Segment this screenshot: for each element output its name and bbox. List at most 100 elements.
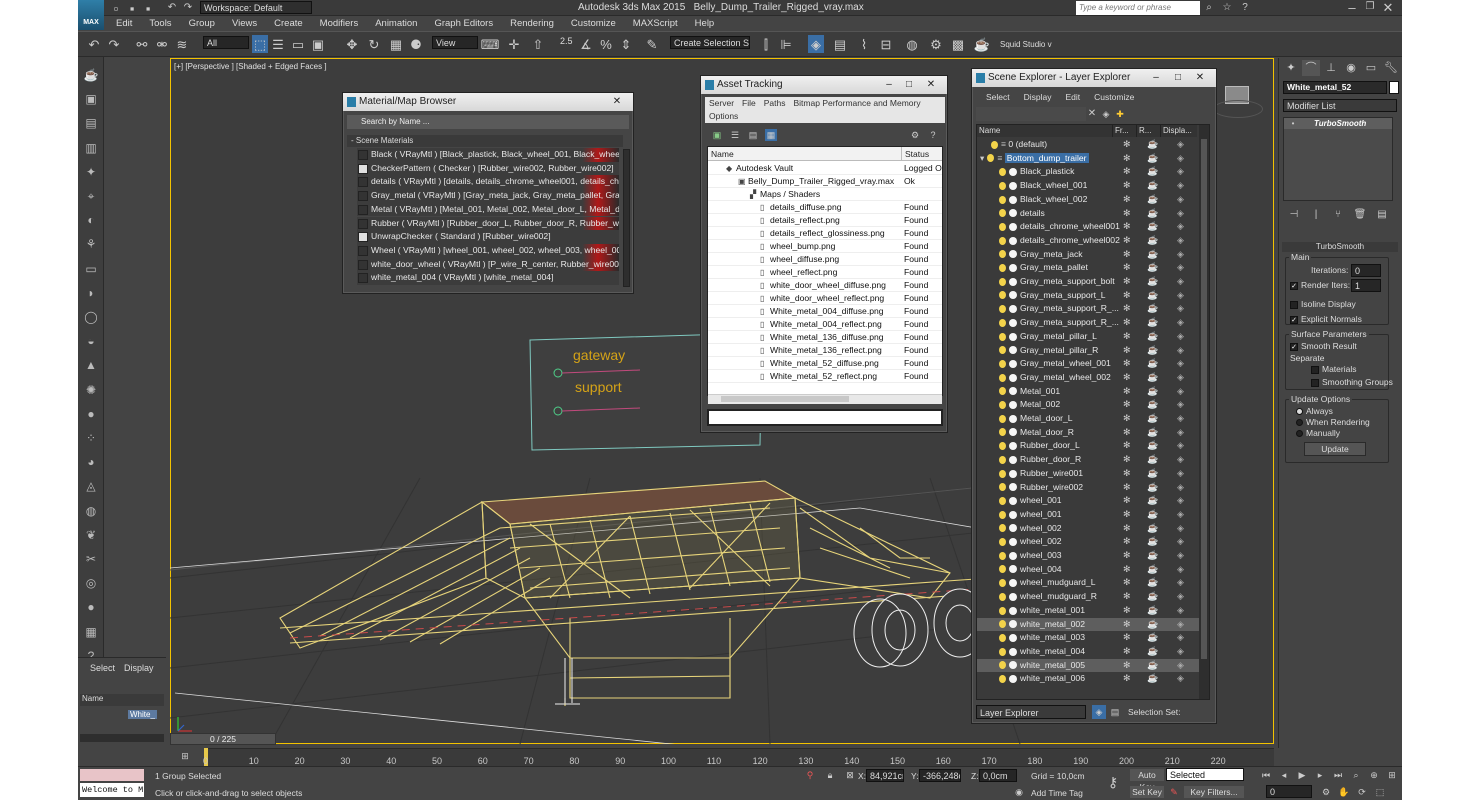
asset-minimize-icon[interactable]: – xyxy=(879,78,899,91)
display-toggle-icon[interactable]: ◈ xyxy=(1177,165,1184,179)
restore-icon[interactable]: ❐ xyxy=(1362,0,1378,14)
select-scale-icon[interactable]: ▦ xyxy=(388,35,404,53)
render-toggle-icon[interactable]: ☕ xyxy=(1147,453,1158,467)
display-toggle-icon[interactable]: ◈ xyxy=(1177,248,1184,262)
workspace-dropdown[interactable]: Workspace: Default xyxy=(200,1,312,14)
display-toggle-icon[interactable]: ◈ xyxy=(1177,289,1184,303)
render-toggle-icon[interactable]: ☕ xyxy=(1147,275,1158,289)
link-icon[interactable]: ⚯ xyxy=(134,35,150,53)
freeze-toggle-icon[interactable]: ✻ xyxy=(1123,248,1131,262)
asset-tree-icon[interactable]: ▤ xyxy=(747,129,759,141)
material-browser-titlebar[interactable]: Material/Map Browser xyxy=(343,93,633,111)
scene-menu-select[interactable]: Select xyxy=(986,92,1010,104)
render-toggle-icon[interactable]: ☕ xyxy=(1147,426,1158,440)
orbit-icon[interactable]: ⟳ xyxy=(1354,785,1370,799)
asset-row[interactable]: ▯ White_metal_136_reflect.png Found xyxy=(708,344,942,357)
explicit-normals-row[interactable]: ✓ Explicit Normals xyxy=(1290,314,1362,324)
display-toggle-icon[interactable]: ◈ xyxy=(1177,453,1184,467)
display-toggle-icon[interactable]: ◈ xyxy=(1177,412,1184,426)
asset-row[interactable]: ▯ white_door_wheel_diffuse.png Found xyxy=(708,279,942,292)
scene-object-row[interactable]: Gray_meta_support_L ✻ ☕ ◈ xyxy=(977,289,1199,303)
select-object-icon[interactable]: ⬚ xyxy=(252,35,268,53)
freeze-toggle-icon[interactable]: ✻ xyxy=(1123,275,1131,289)
object-bulb-icon[interactable] xyxy=(999,620,1006,629)
key-mode-dropdown[interactable]: Selected xyxy=(1166,768,1244,781)
scene-object-row[interactable]: Metal_door_R ✻ ☕ ◈ xyxy=(977,426,1199,440)
object-bulb-icon[interactable] xyxy=(999,291,1006,300)
smoothing-groups-checkbox[interactable] xyxy=(1311,378,1319,387)
scene-menu-display[interactable]: Display xyxy=(1024,92,1052,104)
scene-object-row[interactable]: white_metal_002 ✻ ☕ ◈ xyxy=(977,617,1199,632)
hierarchy-tab-icon[interactable]: ⊥ xyxy=(1322,60,1340,76)
asset-row[interactable]: ▯ wheel_diffuse.png Found xyxy=(708,253,942,266)
asset-row[interactable]: ▯ details_diffuse.png Found xyxy=(708,201,942,214)
freeze-toggle-icon[interactable]: ✻ xyxy=(1123,645,1131,659)
object-bulb-icon[interactable] xyxy=(999,469,1006,478)
binoculars-icon[interactable]: ⌕ xyxy=(1202,1,1216,15)
display-toggle-icon[interactable]: ◈ xyxy=(1177,590,1184,604)
plant-icon[interactable]: ❦ xyxy=(82,526,100,544)
freeze-toggle-icon[interactable]: ✻ xyxy=(1123,426,1131,440)
always-row[interactable]: Always xyxy=(1296,406,1333,416)
viewcube[interactable] xyxy=(1213,82,1263,122)
scene-object-row[interactable]: white_metal_005 ✻ ☕ ◈ xyxy=(977,658,1199,673)
rendered-frame-icon[interactable]: ▩ xyxy=(950,35,966,53)
object-bulb-icon[interactable] xyxy=(999,236,1006,245)
go-to-start-icon[interactable]: ⏮ xyxy=(1258,768,1274,782)
redo-icon[interactable]: ↷ xyxy=(182,2,194,14)
render-iters-checkbox[interactable]: ✓ xyxy=(1290,281,1298,290)
scene-object-row[interactable]: Black_plastick ✻ ☕ ◈ xyxy=(977,165,1199,179)
material-item[interactable]: Metal ( VRayMtl ) [Metal_001, Metal_002,… xyxy=(357,202,619,217)
scene-object-row[interactable]: white_metal_001 ✻ ☕ ◈ xyxy=(977,604,1199,618)
expand-arrow-icon[interactable]: ▾ xyxy=(980,153,984,163)
set-key-button[interactable]: Set Key xyxy=(1130,786,1164,798)
material-item[interactable]: details ( VRayMtl ) [details, details_ch… xyxy=(357,175,619,190)
render-toggle-icon[interactable]: ☕ xyxy=(1147,152,1158,166)
freeze-toggle-icon[interactable]: ✻ xyxy=(1123,207,1131,221)
render-toggle-icon[interactable]: ☕ xyxy=(1147,385,1158,399)
menu-animation[interactable]: Animation xyxy=(375,17,417,31)
key-icon[interactable]: ⚷ xyxy=(1100,773,1126,791)
freeze-toggle-icon[interactable]: ✻ xyxy=(1123,220,1131,234)
freeze-toggle-icon[interactable]: ✻ xyxy=(1123,576,1131,590)
render-iters-row[interactable]: ✓ Render Iters: xyxy=(1290,280,1350,290)
object-bulb-icon[interactable] xyxy=(999,510,1006,519)
render-toggle-icon[interactable]: ☕ xyxy=(1147,508,1158,522)
object-bulb-icon[interactable] xyxy=(999,168,1006,177)
object-bulb-icon[interactable] xyxy=(999,222,1006,231)
asset-col-name[interactable]: Name xyxy=(708,147,902,161)
freeze-toggle-icon[interactable]: ✻ xyxy=(1123,330,1131,344)
freeze-toggle-icon[interactable]: ✻ xyxy=(1123,344,1131,358)
display-toggle-icon[interactable]: ◈ xyxy=(1177,152,1184,166)
asset-menu-options[interactable]: Options xyxy=(709,111,738,121)
play-icon[interactable]: ▶ xyxy=(1294,768,1310,782)
freeze-toggle-icon[interactable]: ✻ xyxy=(1123,618,1131,632)
ball-icon[interactable]: ● xyxy=(82,598,100,616)
asset-refresh-icon[interactable]: ▣ xyxy=(711,129,723,141)
next-frame-icon[interactable]: ▸ xyxy=(1312,768,1328,782)
scene-object-row[interactable]: wheel_mudguard_L ✻ ☕ ◈ xyxy=(977,576,1199,590)
scene-col-display[interactable]: Displa... xyxy=(1161,125,1197,137)
asset-hscroll-thumb[interactable] xyxy=(721,396,849,402)
object-bulb-icon[interactable] xyxy=(999,318,1006,327)
isolate-icon[interactable]: ⚲ xyxy=(804,769,816,781)
scene-object-row[interactable]: Gray_meta_support_R_... ✻ ☕ ◈ xyxy=(977,316,1199,330)
material-editor-icon[interactable]: ◍ xyxy=(904,35,920,53)
render-toggle-icon[interactable]: ☕ xyxy=(1147,330,1158,344)
modifier-bulb-icon[interactable]: • xyxy=(1288,118,1298,129)
bind-space-warp-icon[interactable]: ≋ xyxy=(174,35,190,53)
scene-object-row[interactable]: wheel_001 ✻ ☕ ◈ xyxy=(977,508,1199,522)
viewcube-ring[interactable] xyxy=(1213,100,1263,118)
percent-snap-icon[interactable]: % xyxy=(598,35,614,53)
mirror-icon[interactable]: ⫿ xyxy=(758,35,774,53)
remove-modifier-icon[interactable]: 🗑︎ xyxy=(1352,208,1368,222)
object-bulb-icon[interactable] xyxy=(999,250,1006,259)
current-frame-field[interactable]: 0 xyxy=(1266,785,1312,798)
layer-row-selected[interactable]: ▾ ≡ Bottom_dump_trailer ✻ ☕ ◈ xyxy=(977,152,1199,166)
left-select-menu[interactable]: Select xyxy=(90,663,115,673)
scene-object-row[interactable]: wheel_003 ✻ ☕ ◈ xyxy=(977,549,1199,563)
render-toggle-icon[interactable]: ☕ xyxy=(1147,535,1158,549)
rollout-header[interactable]: TurboSmooth xyxy=(1282,242,1398,252)
asset-row[interactable]: ▯ White_metal_004_reflect.png Found xyxy=(708,318,942,331)
asset-row[interactable]: ▯ White_metal_136_diffuse.png Found xyxy=(708,331,942,344)
